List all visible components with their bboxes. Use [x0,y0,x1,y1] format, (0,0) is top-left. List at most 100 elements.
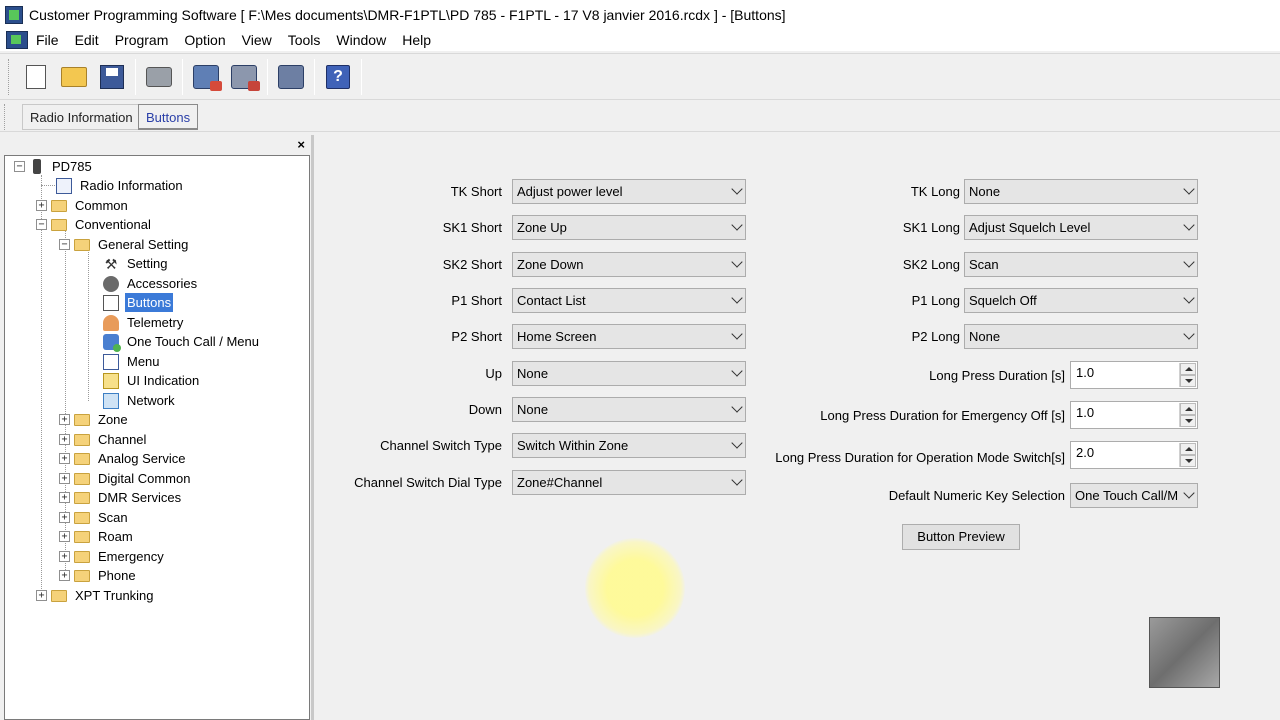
channel-switch-type-select[interactable]: Switch Within Zone [512,433,746,458]
button-preview-button[interactable]: Button Preview [902,524,1020,550]
menu-option[interactable]: Option [176,29,233,51]
video-thumbnail [1149,617,1220,688]
tree-node-label: Setting [127,256,168,271]
menu-window[interactable]: Window [328,29,394,51]
tab-buttons[interactable]: Buttons [138,104,199,130]
expand-icon[interactable]: + [59,414,70,425]
tree-node-xpt-trunking[interactable]: + XPT Trunking [36,586,156,605]
tree-node-telemetry[interactable]: Telemetry [103,313,185,332]
tree-node-label: Radio Information [80,178,183,193]
mode-switch-duration-value[interactable]: 2.0 [1076,445,1094,460]
tree-node-dmr-services[interactable]: + DMR Services [59,488,183,507]
long-press-duration-spinner[interactable]: 1.0 [1070,361,1198,389]
expand-icon[interactable]: + [59,473,70,484]
sk1-long-select[interactable]: Adjust Squelch Level [964,215,1198,240]
open-button[interactable] [58,61,90,93]
tree-node-zone[interactable]: + Zone [59,410,130,429]
spin-up-icon[interactable] [1180,443,1196,455]
sk2-short-select[interactable]: Zone Down [512,252,746,277]
tree-node-radio-information[interactable]: Radio Information [56,176,185,195]
tree-node-pd785[interactable]: − PD785 [14,157,94,176]
collapse-icon[interactable]: − [36,219,47,230]
tree-node-common[interactable]: + Common [36,196,130,215]
mode-switch-duration-spinner[interactable]: 2.0 [1070,441,1198,469]
p2-short-select[interactable]: Home Screen [512,324,746,349]
long-press-duration-value[interactable]: 1.0 [1076,365,1094,380]
expand-icon[interactable]: + [36,200,47,211]
clone-button[interactable] [275,61,307,93]
menu-edit[interactable]: Edit [67,29,107,51]
spin-down-icon[interactable] [1180,455,1196,467]
spinner-buttons [1179,403,1196,427]
tree-node-general-setting[interactable]: − General Setting [59,235,190,254]
expand-icon[interactable]: + [36,590,47,601]
tree-node-menu[interactable]: Menu [103,352,162,371]
emergency-off-duration-value[interactable]: 1.0 [1076,405,1094,420]
tree-node-scan[interactable]: + Scan [59,508,130,527]
channel-switch-dial-type-select[interactable]: Zone#Channel [512,470,746,495]
down-select[interactable]: None [512,397,746,422]
save-button[interactable] [96,61,128,93]
emergency-off-duration-spinner[interactable]: 1.0 [1070,401,1198,429]
spin-down-icon[interactable] [1180,375,1196,387]
write-radio-button[interactable] [228,61,260,93]
app-icon [5,5,23,24]
document-icon[interactable] [6,31,28,49]
tree-node-phone[interactable]: + Phone [59,566,138,585]
tree-node-one-touch-call[interactable]: One Touch Call / Menu [103,332,261,352]
sk2-long-select[interactable]: Scan [964,252,1198,277]
new-button[interactable] [20,61,52,93]
spin-down-icon[interactable] [1180,415,1196,427]
help-button[interactable]: ? [322,61,354,93]
expand-icon[interactable]: + [59,570,70,581]
tree-node-emergency[interactable]: + Emergency [59,547,166,566]
long-press-duration-label: Long Press Duration [s] [929,368,1065,383]
channel-switch-dial-type-value: Zone#Channel [517,475,603,490]
tree-node-buttons[interactable]: Buttons [103,293,174,312]
expand-icon[interactable]: + [59,551,70,562]
default-numeric-key-select[interactable]: One Touch Call/M [1070,483,1198,508]
menu-view[interactable]: View [234,29,280,51]
p1-short-select[interactable]: Contact List [512,288,746,313]
read-radio-button[interactable] [190,61,222,93]
menu-file[interactable]: File [28,29,67,51]
menu-tools[interactable]: Tools [280,29,329,51]
toolbar-separator [182,58,183,95]
tree-node-setting[interactable]: ⚒ Setting [103,254,169,273]
expand-icon[interactable]: + [59,512,70,523]
toolbar-handle[interactable] [8,58,11,95]
collapse-icon[interactable]: − [14,161,25,172]
tree-node-network[interactable]: Network [103,391,177,410]
tab-radio-information[interactable]: Radio Information [22,104,141,130]
spin-up-icon[interactable] [1180,363,1196,375]
tree-node-label: One Touch Call / Menu [127,334,259,349]
telemetry-icon [103,314,119,331]
menu-help[interactable]: Help [394,29,439,51]
tree-node-digital-common[interactable]: + Digital Common [59,469,192,488]
tree-node-analog-service[interactable]: + Analog Service [59,449,187,468]
p2-long-select[interactable]: None [964,324,1198,349]
expand-icon[interactable]: + [59,434,70,445]
sk1-short-select[interactable]: Zone Up [512,215,746,240]
tk-short-select[interactable]: Adjust power level [512,179,746,204]
collapse-icon[interactable]: − [59,239,70,250]
close-icon[interactable]: × [297,137,305,152]
buttons-settings-form: TK Short Adjust power level SK1 Short Zo… [317,135,1280,720]
expand-icon[interactable]: + [59,531,70,542]
tree-node-accessories[interactable]: Accessories [103,274,199,293]
tree-node-channel[interactable]: + Channel [59,430,148,449]
print-button[interactable] [143,61,175,93]
spin-up-icon[interactable] [1180,403,1196,415]
clone-icon [278,64,304,89]
tree-node-label: Network [127,393,175,408]
tree-node-ui-indication[interactable]: UI Indication [103,371,201,390]
menu-program[interactable]: Program [107,29,177,51]
expand-icon[interactable]: + [59,492,70,503]
tree-node-conventional[interactable]: − Conventional [36,215,153,234]
expand-icon[interactable]: + [59,453,70,464]
tree-node-roam[interactable]: + Roam [59,527,135,546]
up-select[interactable]: None [512,361,746,386]
tk-long-select[interactable]: None [964,179,1198,204]
tk-short-label: TK Short [450,184,502,199]
p1-long-select[interactable]: Squelch Off [964,288,1198,313]
